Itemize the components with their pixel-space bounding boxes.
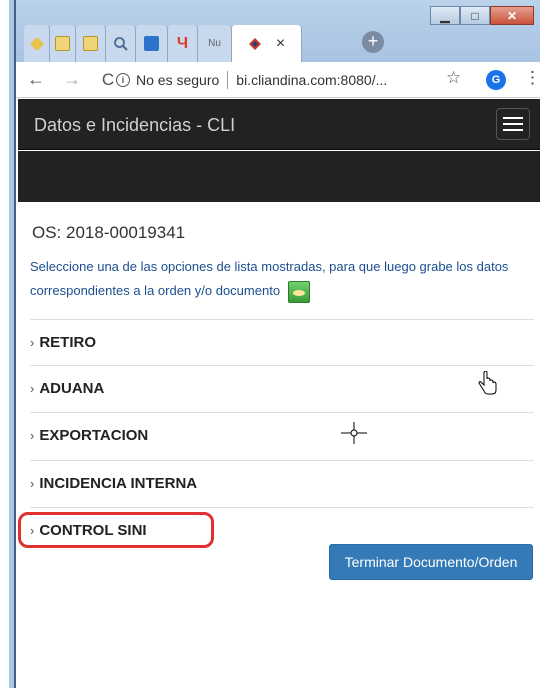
main-content: OS: 2018-00019341 Seleccione una de las … (18, 202, 540, 688)
close-window-button[interactable]: ✕ (490, 6, 534, 25)
url-text: bi.cliandina.com:8080/... (236, 72, 388, 88)
navbar-brand[interactable]: Datos e Incidencias - CLI (34, 115, 235, 136)
secondary-navbar (18, 151, 540, 202)
brand-icon: Ч (176, 34, 189, 52)
outlook-icon (144, 36, 159, 51)
browser-tab-2[interactable] (50, 25, 76, 62)
section-exportacion[interactable]: › EXPORTACION (30, 412, 534, 458)
browser-tab-7[interactable]: Nu (198, 25, 232, 62)
menu-icon[interactable]: ⋮ (524, 68, 540, 88)
section-label: EXPORTACION (39, 427, 149, 444)
maximize-button[interactable]: □ (460, 6, 490, 25)
chevron-right-icon: › (30, 381, 35, 396)
hand-cursor-icon (478, 371, 497, 395)
desktop-strip (0, 0, 16, 688)
search-icon (113, 36, 128, 51)
section-aduana[interactable]: › ADUANA (30, 365, 534, 411)
top-navbar: Datos e Incidencias - CLI (18, 99, 540, 150)
chevron-right-icon: › (30, 428, 35, 443)
chevron-right-icon: › (30, 476, 35, 491)
browser-toolbar: ← → C i No es seguro bi.cliandina.com:80… (16, 62, 540, 98)
diamond-icon (248, 37, 261, 50)
hamburger-bar (503, 117, 523, 119)
order-title: OS: 2018-00019341 (32, 223, 186, 242)
divider (227, 71, 229, 89)
section-label: RETIRO (39, 334, 97, 351)
instructions-text: Seleccione una de las opciones de lista … (30, 255, 540, 303)
section-retiro[interactable]: › RETIRO (30, 319, 534, 365)
window-controls: ▁ □ ✕ (430, 6, 534, 25)
back-icon[interactable]: ← (24, 69, 48, 90)
instructions-label: Seleccione una de las opciones de lista … (30, 259, 509, 298)
info-icon[interactable]: i (116, 73, 130, 87)
address-bar[interactable]: i No es seguro bi.cliandina.com:8080/... (116, 66, 494, 94)
bookmark-star-icon[interactable]: ☆ (446, 68, 461, 88)
browser-tab-6[interactable]: Ч (168, 25, 198, 62)
crosshair-cursor-icon (341, 422, 367, 444)
title-bar: Ч Nu × + ▁ □ ✕ (16, 0, 540, 62)
browser-tab-active[interactable]: × (232, 25, 302, 62)
finish-document-button[interactable]: Terminar Documento/Orden (329, 544, 533, 580)
app-icon[interactable] (287, 280, 310, 303)
doc-icon (83, 36, 98, 51)
browser-tab-5[interactable] (136, 25, 168, 62)
new-tab-button[interactable]: + (362, 31, 384, 53)
profile-avatar[interactable]: G (486, 70, 506, 90)
pencil-icon (29, 36, 44, 51)
section-label: ADUANA (39, 380, 105, 397)
minimize-button[interactable]: ▁ (430, 6, 460, 25)
section-label: INCIDENCIA INTERNA (39, 475, 198, 492)
doc-icon (55, 36, 70, 51)
tab-label: Nu (208, 38, 221, 49)
security-label: No es seguro (136, 72, 220, 88)
chevron-right-icon: › (30, 335, 35, 350)
browser-tab-3[interactable] (76, 25, 106, 62)
browser-tab-1[interactable] (24, 25, 50, 62)
hamburger-bar (503, 129, 523, 131)
tab-close-icon[interactable]: × (276, 35, 285, 53)
annotation-circle (18, 512, 214, 548)
hamburger-bar (503, 123, 523, 125)
browser-window: Ч Nu × + ▁ □ ✕ ← → C i No es seguro bi.c… (16, 0, 540, 688)
section-incidencia-interna[interactable]: › INCIDENCIA INTERNA (30, 460, 534, 506)
forward-icon[interactable]: → (60, 69, 84, 90)
browser-tab-4[interactable] (106, 25, 136, 62)
hamburger-menu-button[interactable] (496, 108, 530, 140)
